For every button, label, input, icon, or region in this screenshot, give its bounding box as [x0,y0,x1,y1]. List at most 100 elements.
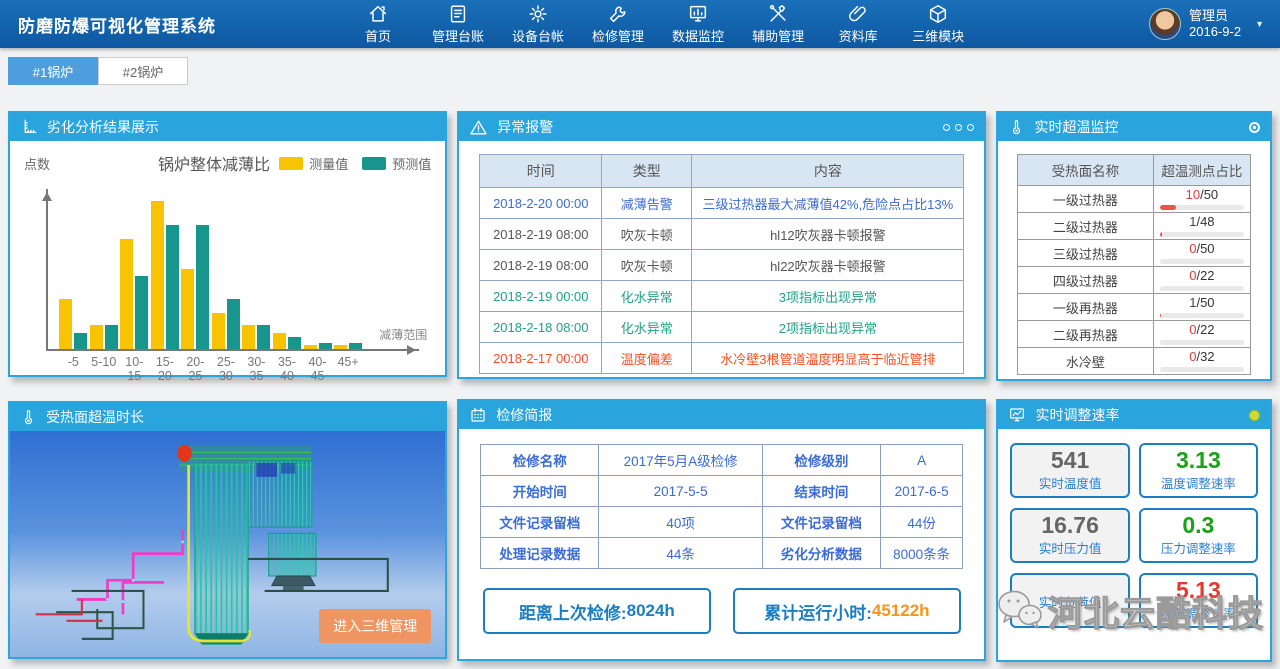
boiler-tabs: #1锅炉#2锅炉 [0,48,1280,95]
overtemp-row[interactable]: 水冷壁 0/32 [1018,348,1251,375]
maintenance-label: 检修名称 [481,445,599,476]
maintenance-value: 2017-5-5 [599,476,763,507]
nav-item-tools[interactable]: 辅助管理 [752,3,804,45]
bar-group [333,183,364,349]
user-date: 2016-9-2 [1189,24,1241,40]
overtemp-ratio: 0/22 [1160,323,1245,337]
alarm-cell: hl22吹灰器卡顿报警 [692,250,964,281]
panel-adjustment-rates: 实时调整速率 541实时温度值3.13温度调整速率16.76实时压力值0.3压力… [996,399,1272,662]
bar-group [150,183,181,349]
rate-card: 16.76实时压力值 [1010,508,1129,563]
stat-label: 距离上次检修: [519,599,627,624]
nav-item-home[interactable]: 首页 [352,3,404,45]
overtemp-row[interactable]: 四级过热器0/22 [1018,267,1251,294]
chevron-down-icon[interactable]: ▼ [1255,19,1264,29]
panel-degradation-header: 劣化分析结果展示 [10,113,445,141]
status-ring-icon[interactable] [1249,122,1260,133]
panel-maintenance-header: 检修简报 [459,401,984,429]
overtemp-row[interactable]: 一级过热器10/50 [1018,186,1251,213]
alarms-header-menu[interactable] [943,124,974,131]
x-tick-label: 40-45 [302,355,333,383]
overtemp-row[interactable]: 一级再热器1/50 [1018,294,1251,321]
chart-y-label: 点数 [24,154,50,173]
maintenance-table: 检修名称2017年5月A级检修检修级别A开始时间2017-5-5结束时间2017… [480,444,963,569]
alarm-cell: 2018-2-19 00:00 [480,281,602,312]
nav-item-label: 设备台帐 [512,26,564,45]
total-running-hours-button[interactable]: 累计运行小时:45122h [733,588,961,634]
alarm-row[interactable]: 2018-2-20 00:00减薄告警三级过热器最大减薄值42%,危险点占比13… [480,188,964,219]
alarm-cell: 吹灰卡顿 [602,219,692,250]
alarm-cell: 2018-2-18 08:00 [480,312,602,343]
panel-abnormal-alarms: 异常报警 时间 类型 内容 2018-2-20 00:00减薄告警三级过热器最大… [457,111,986,379]
legend-label: 预测值 [392,154,431,173]
nav-item-paperclip[interactable]: 资料库 [832,3,884,45]
overtemp-ratio: 10/50 [1160,188,1245,202]
enter-3d-management-button[interactable]: 进入三维管理 [319,609,431,643]
tab-boiler-2[interactable]: #2锅炉 [98,57,188,85]
rate-label: 压力调整速率 [1161,538,1236,557]
bar [196,225,209,349]
bar [90,325,103,349]
alarm-cell: 减薄告警 [602,188,692,219]
alarm-row[interactable]: 2018-2-17 00:00温度偏差水冷壁3根管道温度明显高于临近管排 [480,343,964,374]
chart-title: 锅炉整体减薄比 [158,151,270,175]
bar [212,313,225,349]
x-tick-label: 10-15 [119,355,150,383]
chart-bars [58,183,363,349]
nav-item-label: 数据监控 [672,26,724,45]
bar-group [211,183,242,349]
rate-card: 3.13温度调整速率 [1139,443,1258,498]
maintenance-label: 检修级别 [762,445,880,476]
bar-group [302,183,333,349]
alarm-row[interactable]: 2018-2-19 08:00吹灰卡顿hl22吹灰器卡顿报警 [480,250,964,281]
bar [105,325,118,349]
overtemp-col-name: 受热面名称 [1018,155,1153,186]
circle-icon [943,124,950,131]
legend-item: 测量值 [279,154,348,173]
overtemp-row[interactable]: 二级再热器0/22 [1018,321,1251,348]
alarm-row[interactable]: 2018-2-19 08:00吹灰卡顿hl12吹灰器卡顿报警 [480,219,964,250]
since-last-maintenance-button[interactable]: 距离上次检修:8024h [483,588,711,634]
nav-item-label: 首页 [365,26,391,45]
overtemp-bar [1160,205,1245,210]
overtemp-row[interactable]: 二级过热器1/48 [1018,213,1251,240]
nav-item-wrench[interactable]: 检修管理 [592,3,644,45]
overtemp-ratio: 0/32 [1160,350,1245,364]
overtemp-bar [1160,232,1245,237]
nav-item-cube[interactable]: 三维模块 [912,3,964,45]
maintenance-value: 8000条条 [880,538,963,569]
nav-item-monitor-bars[interactable]: 数据监控 [672,3,724,45]
x-tick-label: -5 [58,355,89,383]
maintenance-row: 检修名称2017年5月A级检修检修级别A [481,445,963,476]
nav-item-label: 管理台账 [432,26,484,45]
chart-legend: 测量值 预测值 [279,154,431,173]
nav-item-ledger[interactable]: 管理台账 [432,3,484,45]
alarm-cell: 2018-2-19 08:00 [480,250,602,281]
rate-label: 实时温度值 [1039,473,1102,492]
surface-name: 一级再热器 [1018,294,1153,321]
panel-title: 检修简报 [496,405,552,425]
bar-group [58,183,89,349]
overtemp-row[interactable]: 三级过热器0/50 [1018,240,1251,267]
status-dot-icon[interactable] [1249,410,1260,421]
alarm-row[interactable]: 2018-2-19 00:00化水异常3项指标出现异常 [480,281,964,312]
nav-item-label: 资料库 [839,26,878,45]
panel-alarms-header: 异常报警 [459,113,984,141]
boiler-3d-view[interactable]: 进入三维管理 [10,431,445,657]
panel-overtemp-monitor: 实时超温监控 受热面名称 超温测点占比 一级过热器10/50二级过热器1/48三… [996,111,1272,381]
tab-boiler-1[interactable]: #1锅炉 [8,57,98,85]
bar [227,299,240,349]
thermometer-icon [1008,119,1025,136]
surface-name: 水冷壁 [1018,348,1153,375]
overtemp-col-ratio: 超温测点占比 [1153,155,1251,186]
maintenance-value: 2017年5月A级检修 [599,445,763,476]
user-menu[interactable]: 管理员 2016-9-2 ▼ [1149,8,1280,41]
rate-card: 5.13负荷调整速率 [1139,573,1258,628]
rates-grid: 541实时温度值3.13温度调整速率16.76实时压力值0.3压力调整速率实时负… [998,429,1270,628]
ledger-icon [447,3,469,25]
nav-item-gear[interactable]: 设备台帐 [512,3,564,45]
alarm-row[interactable]: 2018-2-18 08:00化水异常2项指标出现异常 [480,312,964,343]
panel-overtemp-duration: 受热面超温时长 [8,401,447,659]
legend-label: 测量值 [309,154,348,173]
bar [288,337,301,349]
